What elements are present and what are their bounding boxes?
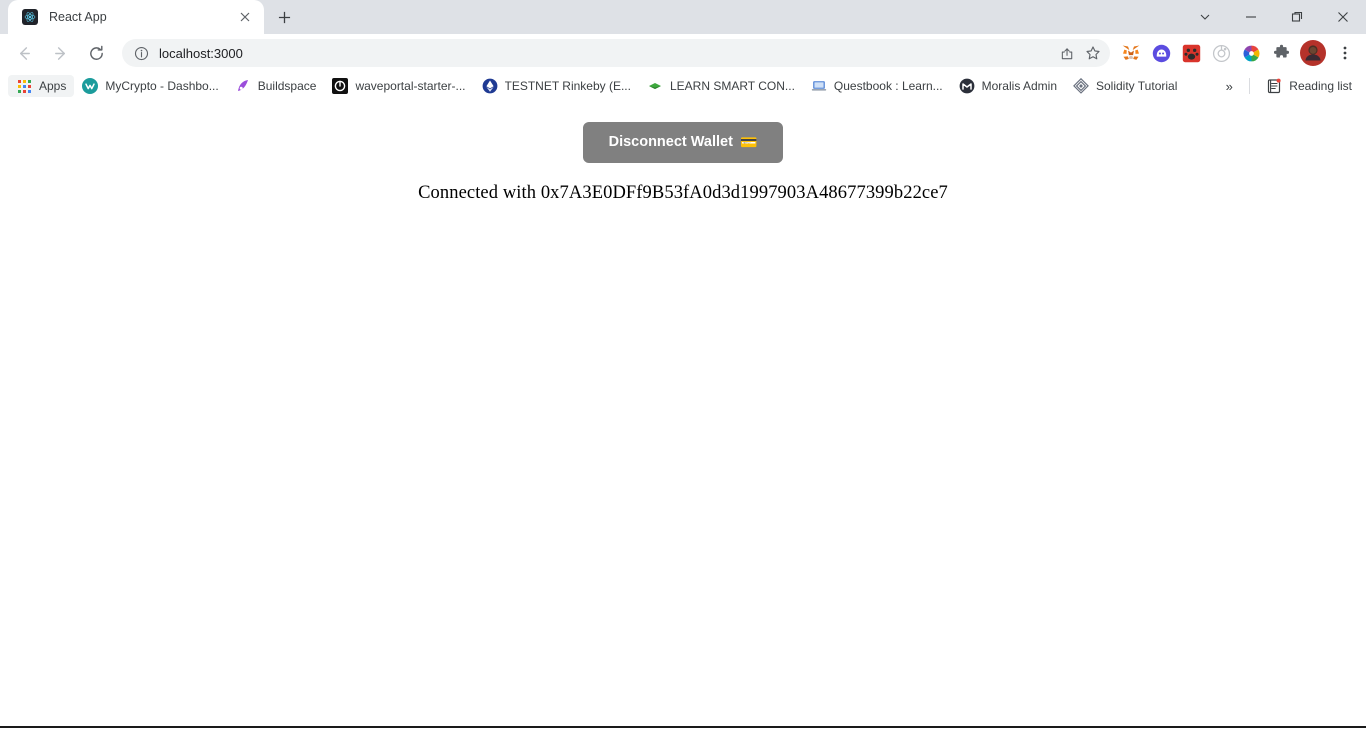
back-button[interactable]	[9, 38, 39, 68]
page-bottom-border	[0, 726, 1366, 728]
mycrypto-icon	[82, 78, 99, 94]
bookmark-waveportal-starter[interactable]: waveportal-starter-...	[324, 75, 473, 97]
bookmark-label: Solidity Tutorial	[1096, 79, 1178, 93]
phantom-extension-icon[interactable]	[1147, 39, 1175, 67]
bookmarks-divider	[1249, 78, 1251, 94]
reload-button[interactable]	[81, 38, 111, 68]
disconnect-wallet-button[interactable]: Disconnect Wallet 💳	[582, 122, 784, 163]
site-info-icon[interactable]	[132, 44, 150, 62]
profile-avatar[interactable]	[1299, 39, 1327, 67]
moralis-icon	[959, 78, 975, 94]
solidity-icon	[1073, 78, 1089, 94]
browser-menu-button[interactable]	[1332, 38, 1358, 68]
reading-list-icon	[1266, 78, 1282, 94]
bookmarks-overflow-button[interactable]: »	[1217, 75, 1241, 97]
bookmark-buildspace[interactable]: Buildspace	[227, 75, 325, 97]
rabby-extension-icon[interactable]	[1177, 39, 1205, 67]
bookmark-label: waveportal-starter-...	[355, 79, 466, 93]
buildspace-icon	[235, 78, 251, 94]
disconnect-wallet-label: Disconnect Wallet	[608, 134, 733, 150]
browser-tab-react-app[interactable]: React App	[8, 0, 264, 34]
bookmark-label: TESTNET Rinkeby (E...	[504, 79, 631, 93]
tab-close-button[interactable]	[236, 8, 254, 26]
bookmark-label: Moralis Admin	[981, 79, 1057, 93]
bookmark-label: MyCrypto - Dashbo...	[105, 79, 219, 93]
learn-smart-contracts-icon	[647, 78, 663, 94]
bookmark-learn-smart-contracts[interactable]: LEARN SMART CON...	[639, 75, 803, 97]
connected-account-status: Connected with 0x7A3E0DFf9B53fA0d3d19979…	[418, 182, 948, 203]
close-window-button[interactable]	[1320, 0, 1366, 34]
url-text[interactable]: localhost:3000	[159, 46, 1054, 61]
extensions-puzzle-icon[interactable]	[1267, 39, 1295, 67]
bookmark-moralis-admin[interactable]: Moralis Admin	[951, 75, 1065, 97]
star-icon[interactable]	[1080, 40, 1106, 66]
new-tab-button[interactable]	[270, 3, 298, 31]
tab-search-button[interactable]	[1182, 0, 1228, 34]
apps-grid-icon	[16, 78, 32, 94]
bookmark-solidity-tutorial[interactable]: Solidity Tutorial	[1065, 75, 1185, 97]
tab-title: React App	[49, 10, 107, 24]
share-icon[interactable]	[1054, 40, 1080, 66]
rinkeby-faucet-icon	[482, 78, 498, 94]
metamask-extension-icon[interactable]	[1117, 39, 1145, 67]
tab-strip: React App	[0, 0, 1366, 34]
bookmark-questbook[interactable]: Questbook : Learn...	[803, 75, 951, 97]
bookmark-label: Apps	[39, 79, 67, 93]
bookmark-mycrypto[interactable]: MyCrypto - Dashbo...	[74, 75, 226, 97]
waveportal-icon	[332, 78, 349, 94]
browser-toolbar: localhost:3000	[0, 34, 1366, 72]
colorwheel-extension-icon[interactable]	[1237, 39, 1265, 67]
reading-list-button[interactable]: Reading list	[1258, 75, 1360, 97]
gray-circle-extension-icon[interactable]	[1207, 39, 1235, 67]
bookmarks-overflow-area: » Reading list	[1217, 75, 1360, 97]
bookmarks-bar: Apps MyCrypto - Dashbo... Buildspace wav…	[0, 72, 1366, 100]
bookmark-label: Buildspace	[257, 79, 317, 93]
window-controls	[1182, 0, 1366, 34]
minimize-button[interactable]	[1228, 0, 1274, 34]
bookmark-apps[interactable]: Apps	[8, 75, 75, 97]
bookmark-label: Questbook : Learn...	[833, 79, 943, 93]
forward-button[interactable]	[45, 38, 75, 68]
address-bar[interactable]: localhost:3000	[122, 39, 1110, 67]
page-viewport: Disconnect Wallet 💳 Connected with 0x7A3…	[0, 100, 1366, 728]
react-app-root: Disconnect Wallet 💳 Connected with 0x7A3…	[0, 100, 1366, 204]
reading-list-label: Reading list	[1289, 79, 1352, 93]
bookmark-testnet-rinkeby[interactable]: TESTNET Rinkeby (E...	[474, 75, 639, 97]
maximize-button[interactable]	[1274, 0, 1320, 34]
questbook-icon	[811, 78, 827, 94]
react-logo-icon	[22, 9, 38, 25]
bookmark-label: LEARN SMART CON...	[669, 79, 795, 93]
credit-card-icon: 💳	[739, 134, 758, 151]
